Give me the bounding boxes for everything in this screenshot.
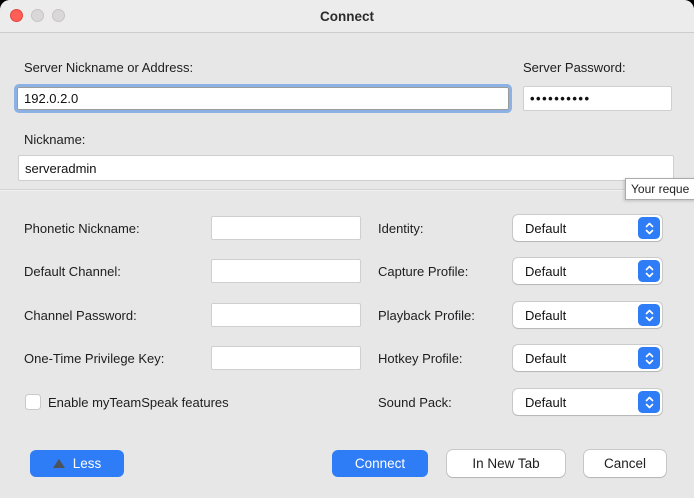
- nickname-input[interactable]: [18, 155, 674, 181]
- phonetic-nickname-input[interactable]: [211, 216, 361, 240]
- server-address-input[interactable]: [17, 87, 509, 110]
- collapse-triangle-icon: [53, 459, 65, 468]
- hotkey-profile-select[interactable]: Default: [513, 345, 662, 371]
- cancel-button[interactable]: Cancel: [584, 450, 666, 477]
- nickname-label: Nickname:: [24, 132, 85, 147]
- up-down-chevrons-icon: [638, 304, 660, 326]
- tooltip: Your reque: [625, 178, 694, 200]
- tooltip-text: Your reque: [631, 182, 689, 196]
- section-divider: [0, 189, 694, 191]
- privilege-key-input[interactable]: [211, 346, 361, 370]
- sound-pack-select[interactable]: Default: [513, 389, 662, 415]
- channel-password-input[interactable]: [211, 303, 361, 327]
- server-address-label: Server Nickname or Address:: [24, 60, 193, 75]
- identity-select[interactable]: Default: [513, 215, 662, 241]
- phonetic-nickname-label: Phonetic Nickname:: [24, 221, 140, 236]
- hotkey-profile-label: Hotkey Profile:: [378, 351, 463, 366]
- default-channel-label: Default Channel:: [24, 264, 121, 279]
- capture-profile-select[interactable]: Default: [513, 258, 662, 284]
- in-new-tab-button-label: In New Tab: [472, 456, 539, 471]
- up-down-chevrons-icon: [638, 217, 660, 239]
- connect-button-label: Connect: [355, 456, 405, 471]
- myteamspeak-checkbox[interactable]: [25, 394, 41, 410]
- up-down-chevrons-icon: [638, 260, 660, 282]
- identity-label: Identity:: [378, 221, 424, 236]
- playback-profile-select[interactable]: Default: [513, 302, 662, 328]
- up-down-chevrons-icon: [638, 391, 660, 413]
- cancel-button-label: Cancel: [604, 456, 646, 471]
- myteamspeak-checkbox-label: Enable myTeamSpeak features: [48, 395, 229, 410]
- sound-pack-label: Sound Pack:: [378, 395, 452, 410]
- in-new-tab-button[interactable]: In New Tab: [447, 450, 565, 477]
- window-title: Connect: [0, 0, 694, 32]
- connect-button[interactable]: Connect: [332, 450, 428, 477]
- capture-profile-label: Capture Profile:: [378, 264, 468, 279]
- titlebar: Connect: [0, 0, 694, 33]
- server-password-label: Server Password:: [523, 60, 626, 75]
- privilege-key-label: One-Time Privilege Key:: [24, 351, 164, 366]
- less-button[interactable]: Less: [30, 450, 124, 477]
- up-down-chevrons-icon: [638, 347, 660, 369]
- playback-profile-label: Playback Profile:: [378, 308, 475, 323]
- channel-password-label: Channel Password:: [24, 308, 137, 323]
- default-channel-input[interactable]: [211, 259, 361, 283]
- less-button-label: Less: [73, 456, 102, 471]
- connect-dialog: Connect Server Nickname or Address: Serv…: [0, 0, 694, 498]
- server-password-input[interactable]: [523, 86, 672, 111]
